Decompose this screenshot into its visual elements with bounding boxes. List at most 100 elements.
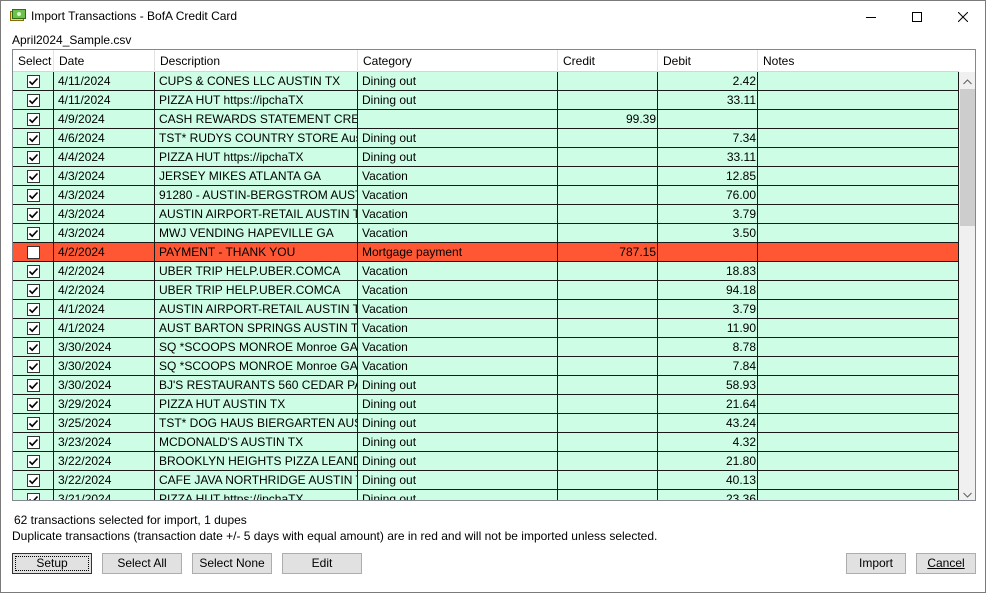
date-cell[interactable]: 4/3/2024 (54, 205, 155, 223)
debit-cell[interactable]: 18.83 (658, 262, 758, 280)
checkbox-checked[interactable] (26, 112, 40, 126)
notes-cell[interactable] (758, 395, 959, 413)
notes-cell[interactable] (758, 91, 959, 109)
date-cell[interactable]: 3/23/2024 (54, 433, 155, 451)
category-cell[interactable]: Vacation (358, 300, 558, 318)
close-button[interactable] (940, 1, 986, 32)
table-row[interactable]: 3/22/2024 CAFE JAVA NORTHRIDGE AUSTIN TX D… (13, 471, 959, 490)
column-header-select[interactable]: Select (13, 50, 54, 72)
debit-cell[interactable]: 7.84 (658, 357, 758, 375)
select-checkbox-cell[interactable] (13, 319, 54, 337)
select-checkbox-cell[interactable] (13, 281, 54, 299)
category-cell[interactable]: Vacation (358, 224, 558, 242)
credit-cell[interactable] (558, 91, 658, 109)
category-cell[interactable]: Dining out (358, 129, 558, 147)
credit-cell[interactable] (558, 72, 658, 90)
credit-cell[interactable] (558, 129, 658, 147)
credit-cell[interactable] (558, 357, 658, 375)
debit-cell[interactable]: 3.79 (658, 205, 758, 223)
table-row[interactable]: 4/1/2024 AUSTIN AIRPORT-RETAIL AUSTIN TX V… (13, 300, 959, 319)
setup-button[interactable]: Setup (12, 553, 92, 574)
checkbox-checked[interactable] (26, 93, 40, 107)
description-cell[interactable]: PIZZA HUT https://ipchaTX (155, 490, 358, 500)
debit-cell[interactable]: 2.42 (658, 72, 758, 90)
table-row[interactable]: 4/3/2024 JERSEY MIKES ATLANTA GA Vacation 1… (13, 167, 959, 186)
select-checkbox-cell[interactable] (13, 186, 54, 204)
credit-cell[interactable] (558, 186, 658, 204)
category-cell[interactable]: Dining out (358, 433, 558, 451)
debit-cell[interactable]: 76.00 (658, 186, 758, 204)
notes-cell[interactable] (758, 224, 959, 242)
select-checkbox-cell[interactable] (13, 357, 54, 375)
select-checkbox-cell[interactable] (13, 414, 54, 432)
notes-cell[interactable] (758, 110, 959, 128)
table-row[interactable]: 4/3/2024 AUSTIN AIRPORT-RETAIL AUSTIN TX V… (13, 205, 959, 224)
description-cell[interactable]: JERSEY MIKES ATLANTA GA (155, 167, 358, 185)
date-cell[interactable]: 3/30/2024 (54, 338, 155, 356)
description-cell[interactable]: TST* DOG HAUS BIERGARTEN AUSTIN (155, 414, 358, 432)
minimize-button[interactable] (848, 1, 894, 32)
table-row[interactable]: 3/30/2024 SQ *SCOOPS MONROE Monroe GA Vaca… (13, 357, 959, 376)
description-cell[interactable]: MWJ VENDING HAPEVILLE GA (155, 224, 358, 242)
checkbox-checked[interactable] (26, 74, 40, 88)
category-cell[interactable]: Vacation (358, 319, 558, 337)
table-row[interactable]: 4/1/2024 AUST BARTON SPRINGS AUSTIN TX Vac… (13, 319, 959, 338)
debit-cell[interactable]: 3.79 (658, 300, 758, 318)
column-header-debit[interactable]: Debit (658, 50, 758, 72)
credit-cell[interactable] (558, 262, 658, 280)
description-cell[interactable]: AUSTIN AIRPORT-RETAIL AUSTIN TX (155, 205, 358, 223)
category-cell[interactable]: Dining out (358, 414, 558, 432)
credit-cell[interactable] (558, 167, 658, 185)
description-cell[interactable]: TST* RUDYS COUNTRY STORE Austin (155, 129, 358, 147)
scroll-down-button[interactable] (959, 485, 975, 500)
debit-cell[interactable]: 33.11 (658, 91, 758, 109)
date-cell[interactable]: 4/3/2024 (54, 167, 155, 185)
select-checkbox-cell[interactable] (13, 148, 54, 166)
description-cell[interactable]: PAYMENT - THANK YOU (155, 243, 358, 261)
notes-cell[interactable] (758, 414, 959, 432)
date-cell[interactable]: 3/30/2024 (54, 357, 155, 375)
date-cell[interactable]: 4/3/2024 (54, 224, 155, 242)
vertical-scrollbar[interactable] (959, 72, 975, 500)
table-row[interactable]: 4/2/2024 UBER TRIP HELP.UBER.COMCA Vacatio… (13, 262, 959, 281)
category-cell[interactable]: Dining out (358, 490, 558, 500)
category-cell[interactable]: Dining out (358, 148, 558, 166)
table-row[interactable]: 3/22/2024 BROOKLYN HEIGHTS PIZZA LEANDER D… (13, 452, 959, 471)
debit-cell[interactable]: 3.50 (658, 224, 758, 242)
date-cell[interactable]: 4/2/2024 (54, 281, 155, 299)
category-cell[interactable]: Dining out (358, 452, 558, 470)
debit-cell[interactable] (658, 110, 758, 128)
category-cell[interactable]: Dining out (358, 471, 558, 489)
category-cell[interactable]: Dining out (358, 72, 558, 90)
table-row[interactable]: 4/9/2024 CASH REWARDS STATEMENT CREDIT 99.… (13, 110, 959, 129)
checkbox-checked[interactable] (26, 321, 40, 335)
category-cell[interactable]: Vacation (358, 281, 558, 299)
select-checkbox-cell[interactable] (13, 262, 54, 280)
notes-cell[interactable] (758, 148, 959, 166)
notes-cell[interactable] (758, 167, 959, 185)
notes-cell[interactable] (758, 376, 959, 394)
date-cell[interactable]: 3/22/2024 (54, 471, 155, 489)
import-button[interactable]: Import (846, 553, 906, 574)
category-cell[interactable]: Vacation (358, 262, 558, 280)
column-header-category[interactable]: Category (358, 50, 558, 72)
table-row[interactable]: 4/4/2024 PIZZA HUT https://ipchaTX Dining … (13, 148, 959, 167)
notes-cell[interactable] (758, 319, 959, 337)
credit-cell[interactable] (558, 395, 658, 413)
notes-cell[interactable] (758, 281, 959, 299)
table-row[interactable]: 4/2/2024 UBER TRIP HELP.UBER.COMCA Vacatio… (13, 281, 959, 300)
checkbox-checked[interactable] (26, 340, 40, 354)
category-cell[interactable]: Vacation (358, 186, 558, 204)
description-cell[interactable]: PIZZA HUT AUSTIN TX (155, 395, 358, 413)
notes-cell[interactable] (758, 186, 959, 204)
notes-cell[interactable] (758, 129, 959, 147)
scroll-thumb[interactable] (960, 89, 975, 226)
debit-cell[interactable]: 21.80 (658, 452, 758, 470)
checkbox-checked[interactable] (26, 264, 40, 278)
notes-cell[interactable] (758, 471, 959, 489)
date-cell[interactable]: 4/6/2024 (54, 129, 155, 147)
date-cell[interactable]: 3/25/2024 (54, 414, 155, 432)
table-row[interactable]: 4/3/2024 MWJ VENDING HAPEVILLE GA Vacation… (13, 224, 959, 243)
select-checkbox-cell[interactable] (13, 110, 54, 128)
credit-cell[interactable] (558, 300, 658, 318)
